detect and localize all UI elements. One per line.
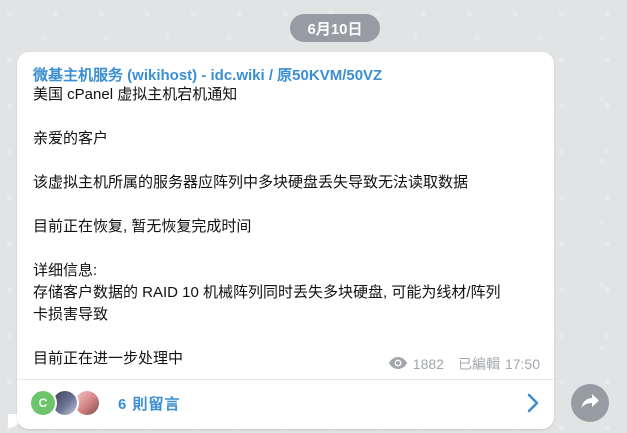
message-line: 存储客户数据的 RAID 10 机械阵列同时丢失多块硬盘, 可能为线材/阵列 bbox=[33, 284, 501, 301]
chevron-right-icon[interactable] bbox=[526, 392, 540, 419]
avatar: C bbox=[29, 389, 57, 417]
message-line: 卡损害导致 bbox=[33, 306, 109, 323]
view-count: 1882 bbox=[412, 356, 444, 372]
message-meta: 1882 已編輯 17:50 bbox=[388, 354, 540, 374]
message-line: 目前正在恢复, 暂无恢复完成时间 bbox=[33, 218, 252, 235]
message-title: 美国 cPanel 虚拟主机宕机通知 bbox=[33, 86, 238, 103]
edited-label: 已編輯 bbox=[457, 356, 500, 372]
message-line: 该虚拟主机所属的服务器应阵列中多块硬盘丢失导致无法读取数据 bbox=[33, 174, 469, 191]
message-time: 17:50 bbox=[504, 356, 540, 372]
sender-name[interactable]: 微基主机服务 (wikihost) - idc.wiki / 原50KVM/50… bbox=[33, 64, 382, 85]
message-details-heading: 详细信息: bbox=[33, 262, 98, 279]
message-line: 目前正在进一步处理中 bbox=[33, 350, 184, 367]
share-button[interactable] bbox=[571, 384, 609, 422]
channel-post-bubble: 微基主机服务 (wikihost) - idc.wiki / 原50KVM/50… bbox=[17, 52, 554, 429]
comments-count-label[interactable]: 6 則留言 bbox=[118, 393, 181, 414]
date-separator: 6月10日 bbox=[290, 14, 380, 42]
message-greeting: 亲爱的客户 bbox=[33, 130, 109, 147]
share-forward-icon bbox=[580, 392, 600, 415]
eye-icon bbox=[388, 356, 408, 373]
